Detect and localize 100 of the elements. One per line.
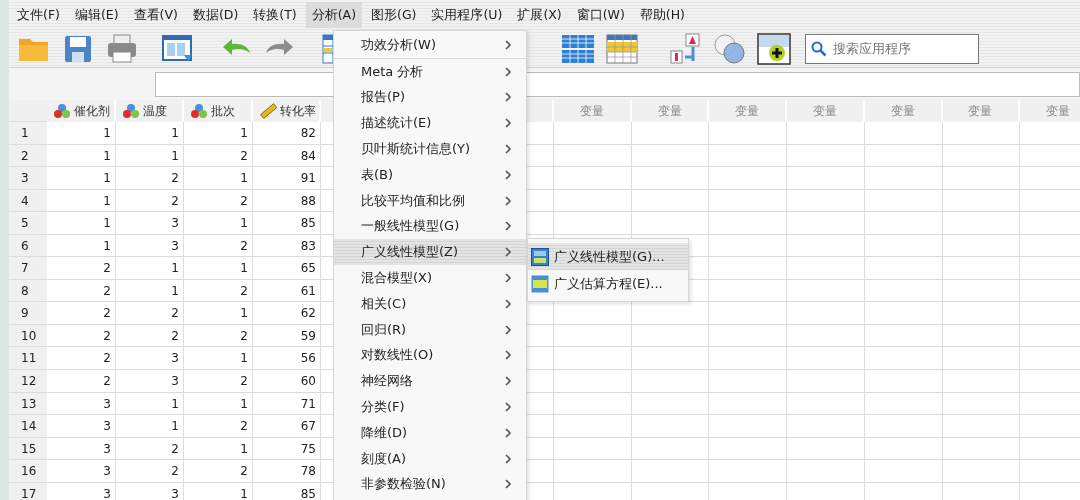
chevron-icon (504, 66, 512, 77)
row-number[interactable]: 1 (9, 122, 47, 145)
menu-item[interactable]: 混合模型(X) (334, 265, 526, 291)
table-cell: 1 (47, 189, 116, 213)
row-number[interactable]: 10 (9, 324, 47, 348)
table-cell: 59 (253, 324, 321, 348)
table-cell: 1 (116, 257, 184, 280)
table-cell: 3 (116, 370, 184, 393)
menu-item[interactable]: Meta 分析 (334, 58, 526, 85)
menu-item[interactable]: 广义线性模型(G)... (528, 243, 688, 270)
table-cell: 2 (184, 324, 253, 348)
menu-item[interactable]: 报告(P) (334, 84, 526, 111)
menu-item[interactable]: 转换(T) (247, 2, 303, 28)
menu-item[interactable]: 比较平均值和比例 (334, 187, 526, 214)
row-number[interactable]: 3 (9, 167, 47, 190)
row-number[interactable]: 15 (9, 437, 47, 461)
table-cell: 1 (47, 212, 116, 235)
row-number[interactable]: 2 (9, 144, 47, 168)
column-header[interactable]: 温度 (116, 100, 184, 122)
table-cell: 1 (47, 122, 116, 145)
table-cell: 3 (47, 437, 116, 461)
table-cell: 1 (184, 302, 253, 325)
row-number[interactable]: 12 (9, 370, 47, 393)
search-input[interactable]: 搜索应用程序 (831, 40, 975, 57)
table-icon[interactable] (561, 32, 595, 65)
table-cell: 1 (47, 234, 116, 258)
menu-item[interactable]: 贝叶斯统计信息(Y) (334, 136, 526, 162)
chevron-icon (504, 298, 512, 309)
menu-item[interactable]: 神经网络 (334, 368, 526, 395)
menu-item[interactable]: 扩展(X) (511, 2, 568, 28)
table-cell: 2 (184, 144, 253, 168)
menu-item[interactable]: 对数线性(O) (334, 342, 526, 369)
row-number[interactable]: 8 (9, 279, 47, 303)
column-header[interactable]: 批次 (184, 100, 253, 122)
table-cell: 3 (116, 482, 184, 500)
circles-icon[interactable] (713, 32, 747, 65)
table-cell: 2 (116, 324, 184, 348)
menu-item[interactable]: 表(B) (334, 162, 526, 188)
menu-item[interactable]: 查看(V) (127, 2, 184, 28)
table-cell: 2 (47, 257, 116, 280)
menu-item[interactable]: 功效分析(W) (334, 32, 526, 59)
menu-item[interactable]: 描述统计(E) (334, 110, 526, 137)
chevron-icon (504, 453, 512, 464)
menu-item[interactable]: 窗口(W) (570, 2, 631, 28)
chevron-icon (504, 273, 512, 284)
menu-item[interactable]: 降维(D) (334, 419, 526, 446)
menu-item[interactable]: 实用程序(U) (425, 2, 509, 28)
table-cell: 65 (253, 257, 321, 280)
menu-item[interactable]: 数据(D) (186, 2, 245, 28)
table-cell: 2 (47, 347, 116, 370)
table-cell: 2 (184, 189, 253, 213)
print-icon[interactable] (105, 32, 139, 65)
search-field[interactable]: 搜索应用程序 (805, 33, 979, 64)
column-header[interactable]: 转化率 (253, 100, 321, 122)
chevron-icon (504, 324, 512, 335)
menu-item[interactable]: 广义线性模型(Z) (334, 239, 526, 266)
table-cell: 1 (116, 144, 184, 168)
menu-item[interactable]: 分析(A) (305, 2, 362, 28)
menu-item[interactable]: 回归(R) (334, 316, 526, 343)
row-number[interactable]: 16 (9, 460, 47, 483)
menu-item[interactable]: 刻度(A) (334, 445, 526, 472)
row-number[interactable]: 9 (9, 302, 47, 325)
menu-item[interactable]: 广义估算方程(E)... (528, 270, 688, 297)
table-cell: 88 (253, 189, 321, 213)
row-number[interactable]: 11 (9, 347, 47, 370)
row-number[interactable]: 6 (9, 234, 47, 258)
menu-item[interactable]: 文件(F) (11, 2, 66, 28)
table-cell: 75 (253, 437, 321, 461)
table-cell: 1 (116, 392, 184, 416)
chevron-icon (504, 195, 512, 206)
table-icon[interactable] (605, 32, 639, 65)
row-number[interactable]: 13 (9, 392, 47, 416)
value-labels-icon[interactable] (669, 32, 703, 65)
row-number[interactable]: 5 (9, 212, 47, 235)
chevron-icon (504, 376, 512, 387)
menu-item[interactable]: 非参数检验(N) (334, 471, 526, 498)
table-cell: 82 (253, 122, 321, 145)
menu-item[interactable]: 帮助(H) (633, 2, 691, 28)
add-icon[interactable] (757, 32, 791, 65)
chevron-icon (504, 118, 512, 129)
chevron-icon (504, 92, 512, 103)
menu-item[interactable]: 相关(C) (334, 290, 526, 317)
table-cell: 85 (253, 482, 321, 500)
table-cell: 84 (253, 144, 321, 168)
menu-item[interactable]: 一般线性模型(G) (334, 213, 526, 240)
table-cell: 1 (184, 122, 253, 145)
menu-item[interactable]: 图形(G) (365, 2, 423, 28)
table-cell: 67 (253, 415, 321, 438)
column-header[interactable]: 催化剂 (47, 100, 116, 122)
menu-item[interactable]: 分类(F) (334, 394, 526, 420)
row-number[interactable]: 4 (9, 189, 47, 213)
menu-item[interactable]: 编辑(E) (68, 2, 125, 28)
table-cell: 1 (184, 347, 253, 370)
row-number[interactable]: 7 (9, 257, 47, 280)
search-icon (811, 40, 827, 57)
chevron-icon (504, 169, 512, 180)
nominal-variable-icon (190, 103, 208, 119)
row-number[interactable]: 14 (9, 415, 47, 438)
chevron-icon (504, 402, 512, 413)
table-cell: 78 (253, 460, 321, 483)
